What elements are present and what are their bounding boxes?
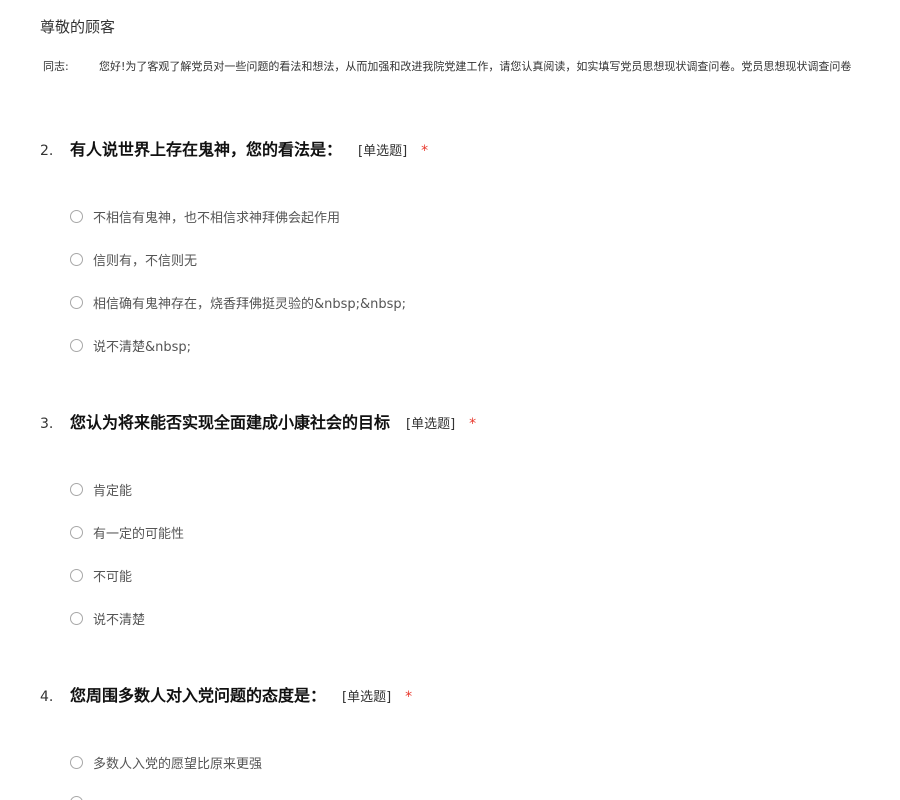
greeting-heading: 尊敬的顾客 — [40, 18, 116, 36]
question-title: 您认为将来能否实现全面建成小康社会的目标 — [70, 413, 391, 432]
option-label: 有一定的可能性 — [93, 526, 185, 542]
radio-button[interactable] — [70, 525, 83, 539]
option-radio[interactable]: 有一定的可能性 — [70, 523, 185, 542]
question-type-label: [单选题] — [406, 417, 456, 432]
option-label: 多数人入党的愿望比原来更强 — [93, 756, 263, 772]
question-number: 2. — [40, 143, 54, 159]
option-radio[interactable]: 不相信有鬼神，也不相信求神拜佛会起作用 — [70, 207, 341, 226]
question-header: 2. 有人说世界上存在鬼神，您的看法是： [单选题] * — [40, 136, 428, 160]
radio-button[interactable] — [70, 338, 83, 352]
question-number: 4. — [40, 689, 54, 705]
option-label: 信则有，不信则无 — [93, 253, 198, 269]
intro-paragraph: 同志: 您好!为了客观了解党员对一些问题的看法和想法，从而加强和改进我院党建工作，… — [43, 58, 900, 74]
radio-button[interactable] — [70, 209, 83, 223]
option-radio[interactable]: 肯定能 — [70, 480, 133, 499]
option-radio[interactable]: 信则有，不信则无 — [70, 250, 198, 269]
question-type-label: [单选题] — [342, 690, 392, 705]
option-label: 相信确有鬼神存在，烧香拜佛挺灵验的&nbsp;&nbsp; — [93, 296, 407, 312]
question-type-label: [单选题] — [358, 144, 408, 159]
question-title: 您周围多数人对入党问题的态度是： — [70, 686, 327, 705]
question-header: 3. 您认为将来能否实现全面建成小康社会的目标 [单选题] * — [40, 409, 476, 433]
intro-text: 您好!为了客观了解党员对一些问题的看法和想法，从而加强和改进我院党建工作，请您认… — [99, 60, 852, 73]
radio-button[interactable] — [70, 755, 83, 769]
radio-button[interactable] — [70, 482, 83, 496]
radio-button[interactable] — [70, 611, 83, 625]
question-number: 3. — [40, 416, 54, 432]
option-label: 不相信有鬼神，也不相信求神拜佛会起作用 — [93, 210, 341, 226]
radio-button[interactable] — [70, 295, 83, 309]
option-radio[interactable]: 相信确有鬼神存在，烧香拜佛挺灵验的&nbsp;&nbsp; — [70, 293, 407, 312]
option-label: 说不清楚 — [93, 612, 146, 628]
option-label: 不可能 — [93, 569, 133, 585]
required-marker: * — [469, 416, 477, 432]
required-marker: * — [405, 689, 413, 705]
radio-button[interactable] — [70, 252, 83, 266]
option-radio[interactable]: 不可能 — [70, 566, 133, 585]
question-title: 有人说世界上存在鬼神，您的看法是： — [70, 140, 343, 159]
option-radio[interactable] — [70, 793, 93, 800]
option-radio[interactable]: 说不清楚&nbsp; — [70, 336, 192, 355]
survey-page: 尊敬的顾客 同志: 您好!为了客观了解党员对一些问题的看法和想法，从而加强和改进我… — [0, 0, 900, 800]
required-marker: * — [421, 143, 429, 159]
radio-button[interactable] — [70, 568, 83, 582]
option-radio[interactable]: 多数人入党的愿望比原来更强 — [70, 753, 263, 772]
option-radio[interactable]: 说不清楚 — [70, 609, 146, 628]
radio-button[interactable] — [70, 795, 83, 800]
option-label: 说不清楚&nbsp; — [93, 339, 192, 355]
intro-label: 同志: — [43, 60, 69, 73]
question-header: 4. 您周围多数人对入党问题的态度是： [单选题] * — [40, 682, 412, 706]
option-label: 肯定能 — [93, 483, 133, 499]
